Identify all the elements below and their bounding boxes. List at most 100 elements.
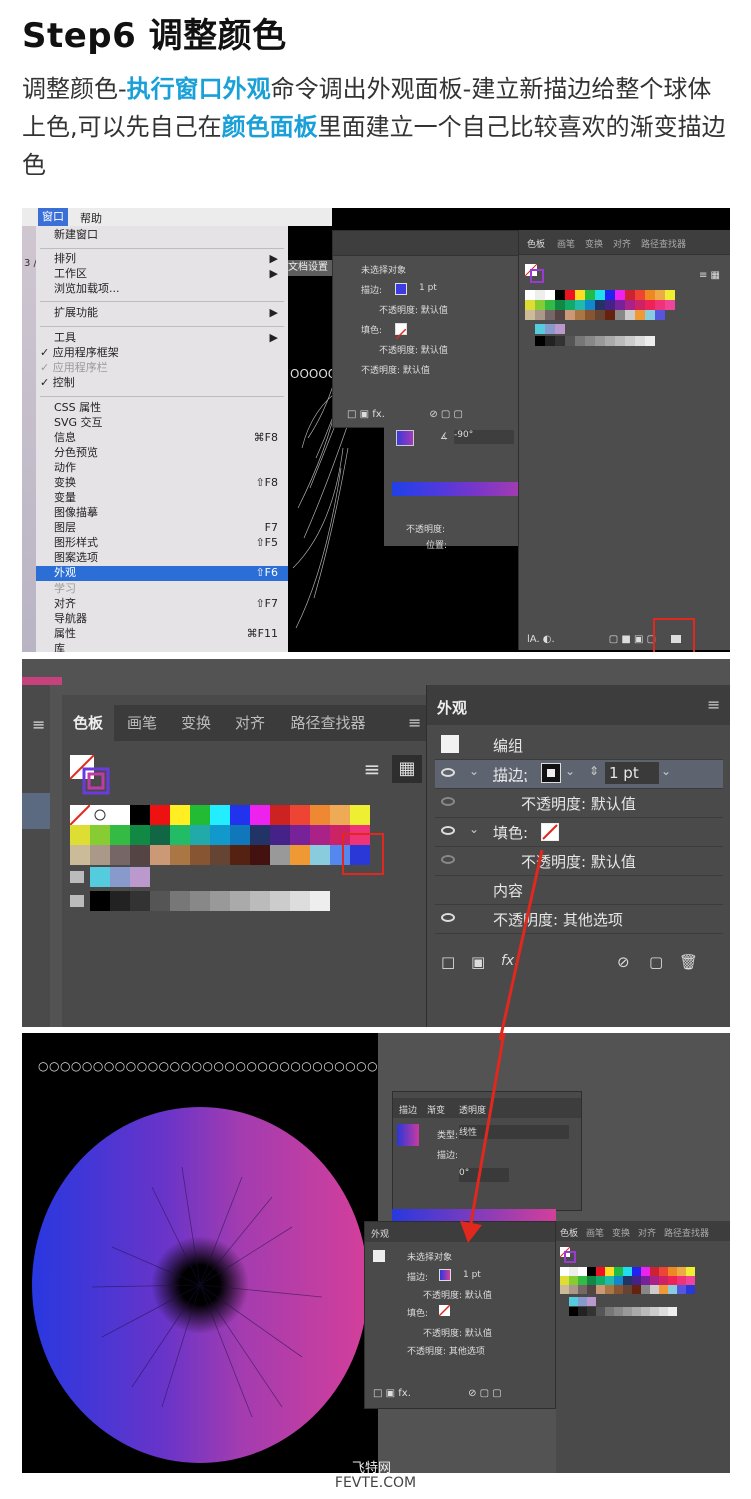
- swatch-grid-result[interactable]: [560, 1247, 728, 1317]
- eye-icon[interactable]: [441, 768, 455, 777]
- tab-stroke[interactable]: 描边: [399, 1103, 417, 1116]
- menu-help[interactable]: 帮助: [80, 210, 102, 226]
- stroke-color-swatch[interactable]: [541, 763, 561, 783]
- stroke-opacity-label[interactable]: 不透明度: 默认值: [521, 793, 636, 814]
- left-panel-menu-icon[interactable]: ≡: [32, 715, 45, 734]
- menu-item-arrange[interactable]: 排列 ▶: [54, 252, 284, 266]
- chevron-down-icon[interactable]: ⌄: [469, 764, 479, 778]
- menu-window[interactable]: 窗口: [38, 208, 68, 226]
- stroke-weight-chevron-icon[interactable]: ⌄: [661, 764, 671, 778]
- clear-appearance-icon[interactable]: ⊘: [617, 953, 630, 971]
- tab-swatches[interactable]: 色板: [560, 1226, 578, 1239]
- tab-gradient[interactable]: 渐变: [427, 1103, 445, 1116]
- menu-item-tools[interactable]: 工具 ▶: [54, 331, 284, 345]
- row-fill-opacity[interactable]: 不透明度: 默认值: [435, 847, 723, 876]
- menu-item-control[interactable]: ✓ 控制: [40, 376, 270, 390]
- appearance-footer-icons: □ ▣ fx. ⊘ ▢ ▢: [373, 1388, 502, 1399]
- fill-opacity[interactable]: 不透明度: 默认值: [379, 343, 448, 356]
- menu-item-svg-interactivity[interactable]: SVG 交互: [54, 416, 284, 430]
- menu-item-navigator[interactable]: 导航器: [54, 612, 284, 626]
- stroke-opacity[interactable]: 不透明度: 默认值: [423, 1288, 492, 1301]
- tab-swatches[interactable]: 色板: [62, 705, 114, 741]
- menu-item-separations-preview[interactable]: 分色预览: [54, 446, 284, 460]
- eye-icon[interactable]: [441, 913, 455, 922]
- tab-brushes[interactable]: 画笔: [116, 705, 168, 741]
- stroke-dropdown-chevron-icon[interactable]: ⌄: [565, 764, 575, 778]
- new-swatch-button[interactable]: [671, 635, 681, 643]
- list-view-icon[interactable]: ≡ ▦: [699, 270, 720, 281]
- tab-align[interactable]: 对齐: [224, 705, 276, 741]
- row-stroke[interactable]: ⌄ 描边: ⌄ ⇕ 1 pt ⌄: [435, 760, 723, 789]
- stroke-weight[interactable]: 1 pt: [419, 283, 437, 293]
- tab-transform[interactable]: 变换: [612, 1226, 630, 1239]
- menu-item-info[interactable]: 信息 ⌘F8: [54, 431, 284, 445]
- tab-swatches[interactable]: 色板: [527, 237, 545, 250]
- gradient-swatch[interactable]: [396, 430, 414, 446]
- tab-pathfinder[interactable]: 路径查找器: [278, 705, 378, 741]
- tab-transform[interactable]: 变换: [170, 705, 222, 741]
- duplicate-item-icon[interactable]: ▢: [649, 953, 663, 971]
- stroke-weight[interactable]: 1 pt: [463, 1270, 481, 1280]
- list-view-button[interactable]: ≡: [358, 755, 386, 783]
- fill-none-swatch[interactable]: [439, 1305, 450, 1316]
- menu-item-graphic-styles[interactable]: 图形样式 ⇧F5: [54, 536, 284, 550]
- trash-icon[interactable]: 🗑: [679, 953, 698, 971]
- panel-menu-icon[interactable]: ≡: [408, 713, 421, 732]
- gradient-swatch-highlight-marker: [342, 833, 384, 875]
- tab-align[interactable]: 对齐: [638, 1226, 656, 1239]
- stroke-weight-field[interactable]: 1 pt: [605, 762, 659, 784]
- tab-brushes[interactable]: 画笔: [557, 237, 575, 250]
- stroke-opacity[interactable]: 不透明度: 默认值: [379, 303, 448, 316]
- object-opacity[interactable]: 不透明度: 其他选项: [407, 1344, 485, 1357]
- menu-item-new-window[interactable]: 新建窗口: [54, 228, 284, 242]
- menu-item-variables[interactable]: 变量: [54, 491, 284, 505]
- fill-none-swatch[interactable]: [541, 823, 559, 841]
- appearance-menu-icon[interactable]: ≡: [707, 695, 720, 714]
- tab-transform[interactable]: 变换: [585, 237, 603, 250]
- stroke-gradient-swatch[interactable]: [439, 1269, 451, 1281]
- row-fill[interactable]: ⌄ 填色:: [435, 818, 723, 847]
- gradient-preview-swatch[interactable]: [397, 1124, 419, 1146]
- menu-item-properties[interactable]: 属性 ⌘F11: [54, 627, 284, 641]
- menu-item-browse-addons[interactable]: 浏览加载项...: [54, 282, 284, 296]
- appearance-header: 未选择对象: [407, 1253, 453, 1263]
- doc-settings-button[interactable]: 文档设置: [288, 260, 332, 276]
- stroke-stepper-icon[interactable]: ⇕: [589, 764, 599, 778]
- row-group[interactable]: 编组: [435, 731, 723, 760]
- fill-none-swatch[interactable]: [395, 323, 407, 340]
- chevron-down-icon[interactable]: ⌄: [469, 822, 479, 836]
- menu-item-layers[interactable]: 图层 F7: [54, 521, 284, 535]
- menu-item-css-properties[interactable]: CSS 属性: [54, 401, 284, 415]
- eye-icon[interactable]: [441, 797, 455, 806]
- tab-align[interactable]: 对齐: [613, 237, 631, 250]
- fill-opacity[interactable]: 不透明度: 默认值: [423, 1326, 492, 1339]
- object-opacity[interactable]: 不透明度: 默认值: [361, 363, 430, 376]
- gradient-angle-field[interactable]: -90°: [454, 430, 514, 444]
- fill-stroke-indicator[interactable]: [70, 755, 122, 797]
- menu-item-libraries[interactable]: 库: [54, 642, 284, 652]
- thumbnail-view-button[interactable]: ▦: [392, 755, 422, 783]
- menu-item-actions[interactable]: 动作: [54, 461, 284, 475]
- menu-item-extensions[interactable]: 扩展功能 ▶: [54, 306, 284, 320]
- tab-pathfinder[interactable]: 路径查找器: [641, 237, 686, 250]
- row-contents[interactable]: 内容: [435, 876, 723, 905]
- tab-pathfinder[interactable]: 路径查找器: [664, 1226, 709, 1239]
- gradient-bar[interactable]: [392, 482, 520, 496]
- menu-item-appearance[interactable]: 外观 ⇧F6: [54, 566, 284, 580]
- eye-icon[interactable]: [441, 855, 455, 864]
- menu-item-align[interactable]: 对齐 ⇧F7: [54, 597, 284, 611]
- stroke-swatch[interactable]: [395, 283, 407, 295]
- menu-item-workspace[interactable]: 工作区 ▶: [54, 267, 284, 281]
- row-stroke-opacity[interactable]: 不透明度: 默认值: [435, 789, 723, 818]
- stroke-label[interactable]: 描边:: [493, 764, 528, 785]
- tab-brushes[interactable]: 画笔: [586, 1226, 604, 1239]
- appearance-panel-result: 外观 未选择对象 描边: 1 pt 不透明度: 默认值 填色: 不透明度: 默认…: [364, 1221, 556, 1409]
- swatch-grid-small[interactable]: [525, 264, 725, 354]
- menu-item-pattern-options[interactable]: 图案选项: [54, 551, 284, 565]
- row-object-opacity[interactable]: 不透明度: 其他选项: [435, 905, 723, 934]
- eye-icon[interactable]: [441, 826, 455, 835]
- add-new-stroke-icon[interactable]: □: [441, 953, 455, 971]
- menu-item-app-frame[interactable]: ✓ 应用程序框架: [40, 346, 270, 360]
- menu-item-image-trace[interactable]: 图像描摹: [54, 506, 284, 520]
- menu-item-transform[interactable]: 变换 ⇧F8: [54, 476, 284, 490]
